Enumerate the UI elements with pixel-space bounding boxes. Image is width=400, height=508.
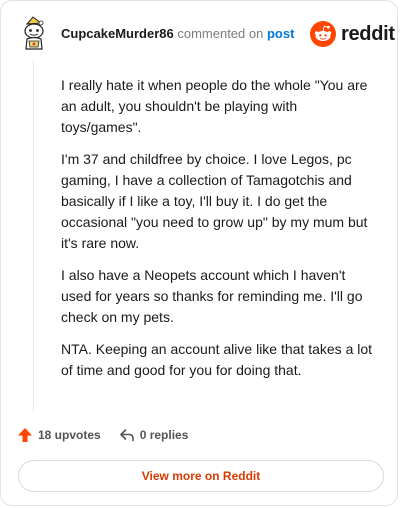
thread-line — [33, 61, 34, 411]
commented-on-label: commented on — [177, 26, 264, 41]
comment-paragraph: I also have a Neopets account which I ha… — [61, 267, 363, 325]
view-more-on-reddit-button[interactable]: View more on Reddit — [18, 460, 384, 492]
comment-header: CupcakeMurder86 commented on post — [61, 26, 294, 42]
upvote-arrow-icon — [18, 428, 32, 442]
username[interactable]: CupcakeMurder86 — [61, 26, 174, 41]
post-link[interactable]: post — [267, 26, 294, 41]
reddit-snoo-logo-icon — [310, 21, 336, 47]
reddit-logo[interactable]: reddit — [310, 20, 395, 48]
comment-paragraph: NTA. Keeping an account alive like that … — [61, 341, 373, 378]
avatar[interactable] — [19, 16, 49, 52]
comment-paragraph: I really hate it when people do the whol… — [61, 77, 368, 135]
reply-button[interactable]: 0 replies — [119, 427, 189, 443]
reddit-wordmark: reddit — [341, 23, 395, 45]
comment-embed-card: CupcakeMurder86 commented on post reddit… — [0, 0, 398, 506]
snoo-avatar-icon — [24, 16, 44, 50]
comment-paragraph: I'm 37 and childfree by choice. I love L… — [61, 151, 368, 251]
reply-count: 0 replies — [139, 428, 189, 442]
comment-actions: 18 upvotes 0 replies — [17, 425, 188, 445]
upvote-button[interactable]: 18 upvotes — [17, 427, 101, 443]
reply-arrow-icon — [119, 429, 134, 442]
upvote-count: 18 upvotes — [38, 428, 101, 442]
comment-body: I really hate it when people do the whol… — [61, 75, 379, 392]
